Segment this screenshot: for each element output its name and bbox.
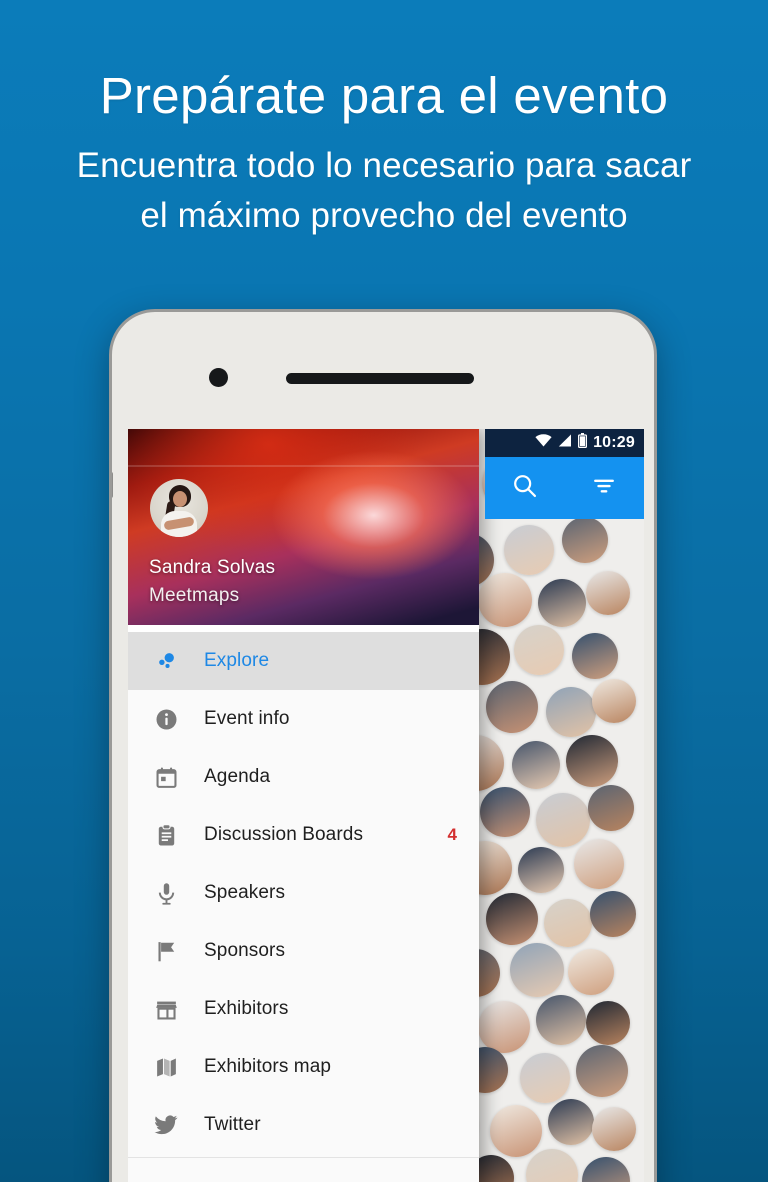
attendee-avatar[interactable] xyxy=(562,517,608,563)
promo-subheadline-line1: Encuentra todo lo necesario para sacar xyxy=(76,145,692,185)
avatar[interactable] xyxy=(150,479,208,537)
attendee-avatar[interactable] xyxy=(526,1149,578,1182)
drawer-item-exhibitors[interactable]: Exhibitors xyxy=(128,980,479,1038)
drawer-item-sponsors[interactable]: Sponsors xyxy=(128,922,479,980)
attendee-avatar[interactable] xyxy=(574,839,624,889)
app-bar xyxy=(485,457,644,519)
clipboard-icon xyxy=(128,823,204,848)
drawer-item-label: Discussion Boards xyxy=(204,824,364,845)
wifi-icon xyxy=(535,434,552,452)
attendee-avatar[interactable] xyxy=(478,1001,530,1053)
attendee-avatar[interactable] xyxy=(544,899,592,947)
drawer-item-label: Explore xyxy=(204,650,270,671)
attendee-avatar[interactable] xyxy=(586,571,630,615)
drawer-organization: Meetmaps xyxy=(149,585,240,606)
attendee-avatar[interactable] xyxy=(592,1107,636,1151)
store-icon xyxy=(128,997,204,1022)
search-icon[interactable] xyxy=(511,472,539,505)
drawer-item-label: Twitter xyxy=(204,1114,261,1135)
drawer-user-name: Sandra Solvas xyxy=(149,557,276,578)
attendee-avatar[interactable] xyxy=(536,995,586,1045)
drawer-item-event-info[interactable]: Event info xyxy=(128,690,479,748)
explore-bubbles-icon xyxy=(128,648,204,674)
attendee-avatar[interactable] xyxy=(588,785,634,831)
attendee-avatar[interactable] xyxy=(572,633,618,679)
attendee-avatar[interactable] xyxy=(486,681,538,733)
drawer-item-exhibitors-map[interactable]: Exhibitors map xyxy=(128,1038,479,1096)
drawer-bottom-divider xyxy=(128,1157,479,1158)
attendee-avatar[interactable] xyxy=(510,943,564,997)
drawer-item-label: Event info xyxy=(204,708,290,729)
drawer-item-label: Sponsors xyxy=(204,940,286,961)
drawer-item-label: Exhibitors map xyxy=(204,1056,332,1077)
attendee-avatar[interactable] xyxy=(586,1001,630,1045)
phone-side-button xyxy=(112,472,113,498)
attendee-avatar[interactable] xyxy=(480,787,530,837)
attendee-avatar[interactable] xyxy=(576,1045,628,1097)
info-icon xyxy=(128,707,204,732)
phone-mockup: sh ation 10:29 xyxy=(109,309,657,1182)
microphone-icon xyxy=(128,881,204,906)
attendee-avatar[interactable] xyxy=(582,1157,630,1182)
status-bar-clock: 10:29 xyxy=(593,434,635,451)
signal-icon xyxy=(558,434,572,452)
drawer-item-label: Agenda xyxy=(204,766,271,787)
drawer-header: Sandra Solvas Meetmaps xyxy=(128,429,479,625)
attendee-avatar[interactable] xyxy=(568,949,614,995)
drawer-item-label: Speakers xyxy=(204,882,286,903)
phone-camera-icon xyxy=(209,368,228,387)
attendee-avatar[interactable] xyxy=(486,893,538,945)
drawer-item-twitter[interactable]: Twitter xyxy=(128,1096,479,1154)
attendee-avatar[interactable] xyxy=(590,891,636,937)
attendee-avatar[interactable] xyxy=(520,1053,570,1103)
drawer-item-explore[interactable]: Explore xyxy=(128,632,479,690)
phone-screen: sh ation 10:29 xyxy=(128,429,644,1182)
attendee-avatar[interactable] xyxy=(566,735,618,787)
attendee-avatar[interactable] xyxy=(514,625,564,675)
promo-subheadline-line2: el máximo provecho del evento xyxy=(140,195,628,235)
twitter-icon xyxy=(128,1112,204,1138)
status-bar: 10:29 xyxy=(485,429,644,457)
promo-headline: Prepárate para el evento xyxy=(99,67,669,124)
attendee-avatar[interactable] xyxy=(478,573,532,627)
attendee-avatar[interactable] xyxy=(504,525,554,575)
drawer-divider xyxy=(128,625,479,632)
filter-icon[interactable] xyxy=(590,472,618,505)
calendar-icon xyxy=(128,765,204,790)
attendee-avatar[interactable] xyxy=(512,741,560,789)
attendee-avatar[interactable] xyxy=(536,793,590,847)
promo-text-block: Prepárate para el evento Encuentra todo … xyxy=(0,0,768,241)
phone-speaker-grille xyxy=(286,373,474,384)
attendee-avatar[interactable] xyxy=(548,1099,594,1145)
attendee-avatar[interactable] xyxy=(490,1105,542,1157)
drawer-item-speakers[interactable]: Speakers xyxy=(128,864,479,922)
attendee-avatar[interactable] xyxy=(592,679,636,723)
drawer-item-agenda[interactable]: Agenda xyxy=(128,748,479,806)
navigation-drawer: Sandra Solvas Meetmaps Explore Event info… xyxy=(128,429,479,1182)
flag-icon xyxy=(128,939,204,964)
attendee-avatar[interactable] xyxy=(518,847,564,893)
status-badge: 4 xyxy=(447,825,457,844)
battery-icon xyxy=(578,433,588,453)
drawer-item-discussion-boards[interactable]: Discussion Boards 4 xyxy=(128,806,479,864)
attendee-avatar[interactable] xyxy=(538,579,586,627)
drawer-item-label: Exhibitors xyxy=(204,998,289,1019)
map-icon xyxy=(128,1055,204,1080)
attendee-avatar[interactable] xyxy=(546,687,596,737)
drawer-nav-list: Explore Event info Agenda Discussion Boards… xyxy=(128,632,479,1154)
promo-subheadline: Encuentra todo lo necesario para sacar e… xyxy=(0,123,768,242)
